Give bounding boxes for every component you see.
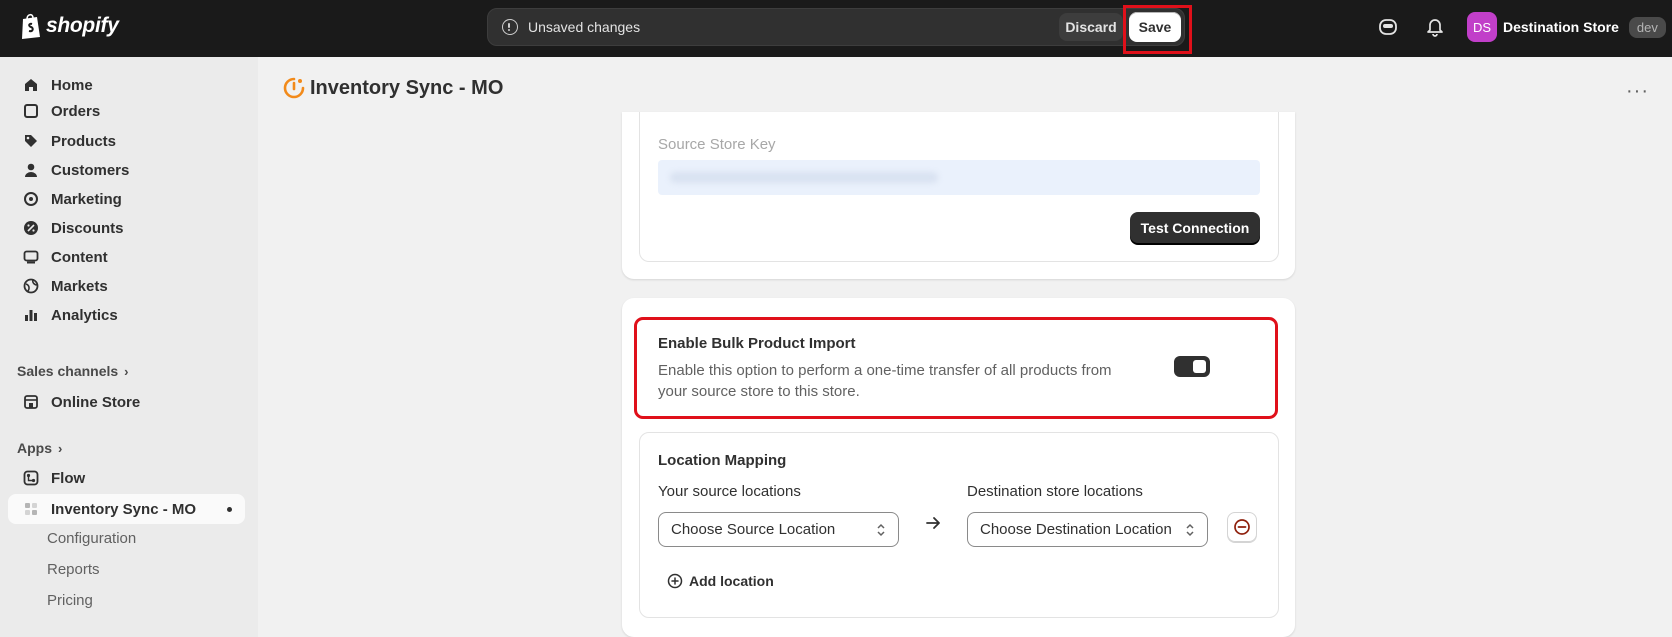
sidekick-icon[interactable] [1375, 14, 1401, 40]
sidebar-item-label: Flow [51, 469, 86, 487]
bulk-import-toggle[interactable] [1174, 356, 1210, 377]
sidebar-item-label: Markets [51, 277, 108, 295]
sidebar-item-marketing[interactable]: Marketing [8, 184, 245, 214]
remove-location-button[interactable] [1227, 512, 1257, 542]
sidebar-item-products[interactable]: Products [8, 126, 245, 156]
sidebar-item-orders[interactable]: Orders [8, 102, 245, 120]
sales-channels-header[interactable]: Sales channels › [17, 363, 129, 379]
sidebar-item-inventory-sync[interactable]: Inventory Sync - MO [8, 494, 245, 524]
sidebar-item-label: Inventory Sync - MO [51, 500, 197, 518]
alert-circle-icon [502, 19, 518, 35]
apps-header[interactable]: Apps › [17, 440, 62, 456]
app-grid-icon [22, 500, 40, 518]
globe-icon [22, 277, 40, 295]
shopify-bag-icon [22, 13, 40, 39]
sidebar-item-label: Marketing [51, 190, 122, 208]
destination-locations-label: Destination store locations [967, 483, 1143, 500]
bulk-import-description: Enable this option to perform a one-time… [658, 362, 1112, 400]
discount-icon [22, 219, 40, 237]
select-chevron-icon [877, 523, 885, 537]
location-mapping-title: Location Mapping [658, 452, 787, 469]
chevron-right-icon: › [124, 363, 129, 379]
sidebar-subitem-configuration[interactable]: Configuration [47, 530, 136, 547]
destination-select-value: Choose Destination Location [980, 521, 1172, 538]
add-location-label: Add location [689, 573, 774, 589]
source-key-input[interactable] [658, 160, 1260, 195]
page-title: Inventory Sync - MO [310, 76, 504, 99]
target-icon [22, 190, 40, 208]
unsaved-message: Unsaved changes [528, 19, 641, 35]
bulk-import-title: Enable Bulk Product Import [658, 335, 856, 352]
pin-dot [227, 507, 232, 512]
content-icon [22, 248, 40, 266]
store-account-menu[interactable]: DS Destination Store dev [1467, 12, 1666, 42]
source-location-select[interactable]: Choose Source Location [658, 512, 899, 547]
plus-circle-icon [667, 573, 683, 589]
sidebar-item-analytics[interactable]: Analytics [8, 300, 245, 330]
destination-location-select[interactable]: Choose Destination Location [967, 512, 1208, 547]
orders-icon [22, 102, 40, 120]
sidebar-item-label: Customers [51, 161, 130, 179]
sidebar-item-label: Content [51, 248, 108, 266]
store-name: Destination Store [1503, 19, 1619, 35]
bell-icon[interactable] [1422, 14, 1448, 40]
avatar: DS [1467, 12, 1497, 42]
sidebar-item-label: Online Store [51, 393, 141, 411]
sidebar-item-label: Home [51, 76, 93, 94]
sidebar-item-markets[interactable]: Markets [8, 271, 245, 301]
arrow-right-icon [926, 517, 940, 529]
top-bar: shopify Unsaved changes Discard Save DS … [0, 0, 1672, 57]
minus-circle-icon [1234, 519, 1250, 535]
test-connection-button[interactable]: Test Connection [1130, 212, 1260, 243]
source-locations-label: Your source locations [658, 483, 801, 500]
chevron-right-icon: › [58, 440, 63, 456]
sidebar-item-label: Discounts [51, 219, 124, 237]
storefront-icon [22, 393, 40, 411]
home-icon [22, 76, 40, 94]
source-select-value: Choose Source Location [671, 521, 836, 538]
select-chevron-icon [1186, 523, 1194, 537]
sidebar-item-label: Products [51, 132, 117, 150]
redacted-key-value [670, 172, 938, 183]
sidebar-item-flow[interactable]: Flow [8, 463, 245, 493]
sidebar-subitem-reports[interactable]: Reports [47, 561, 100, 578]
apps-label: Apps [17, 440, 52, 456]
save-highlight-box [1123, 5, 1192, 54]
page-header: Inventory Sync - MO [282, 76, 503, 100]
sidebar-item-customers[interactable]: Customers [8, 155, 245, 185]
app-logo-icon [283, 77, 305, 99]
toggle-knob [1193, 360, 1206, 373]
sidebar-item-online-store[interactable]: Online Store [8, 387, 245, 417]
sidebar-item-discounts[interactable]: Discounts [8, 213, 245, 243]
sidebar-item-content[interactable]: Content [8, 242, 245, 272]
tag-icon [22, 132, 40, 150]
sidebar-item-label: Orders [51, 103, 101, 120]
flow-icon [22, 469, 40, 487]
sidebar-item-home[interactable]: Home [8, 70, 245, 100]
env-badge: dev [1628, 16, 1666, 38]
sidebar-subitem-pricing[interactable]: Pricing [47, 592, 93, 609]
more-actions-icon[interactable]: ··· [1626, 80, 1649, 103]
sidebar: Home Orders Products Customers Marketing… [0, 57, 258, 637]
source-key-label: Source Store Key [658, 136, 776, 153]
add-location-button[interactable]: Add location [667, 573, 774, 589]
brand-wordmark: shopify [46, 14, 119, 37]
discard-button[interactable]: Discard [1059, 13, 1123, 41]
sidebar-item-label: Analytics [51, 306, 118, 324]
sales-channels-label: Sales channels [17, 363, 119, 379]
person-icon [22, 161, 40, 179]
bar-chart-icon [22, 306, 40, 324]
shopify-logo[interactable]: shopify [20, 12, 119, 40]
